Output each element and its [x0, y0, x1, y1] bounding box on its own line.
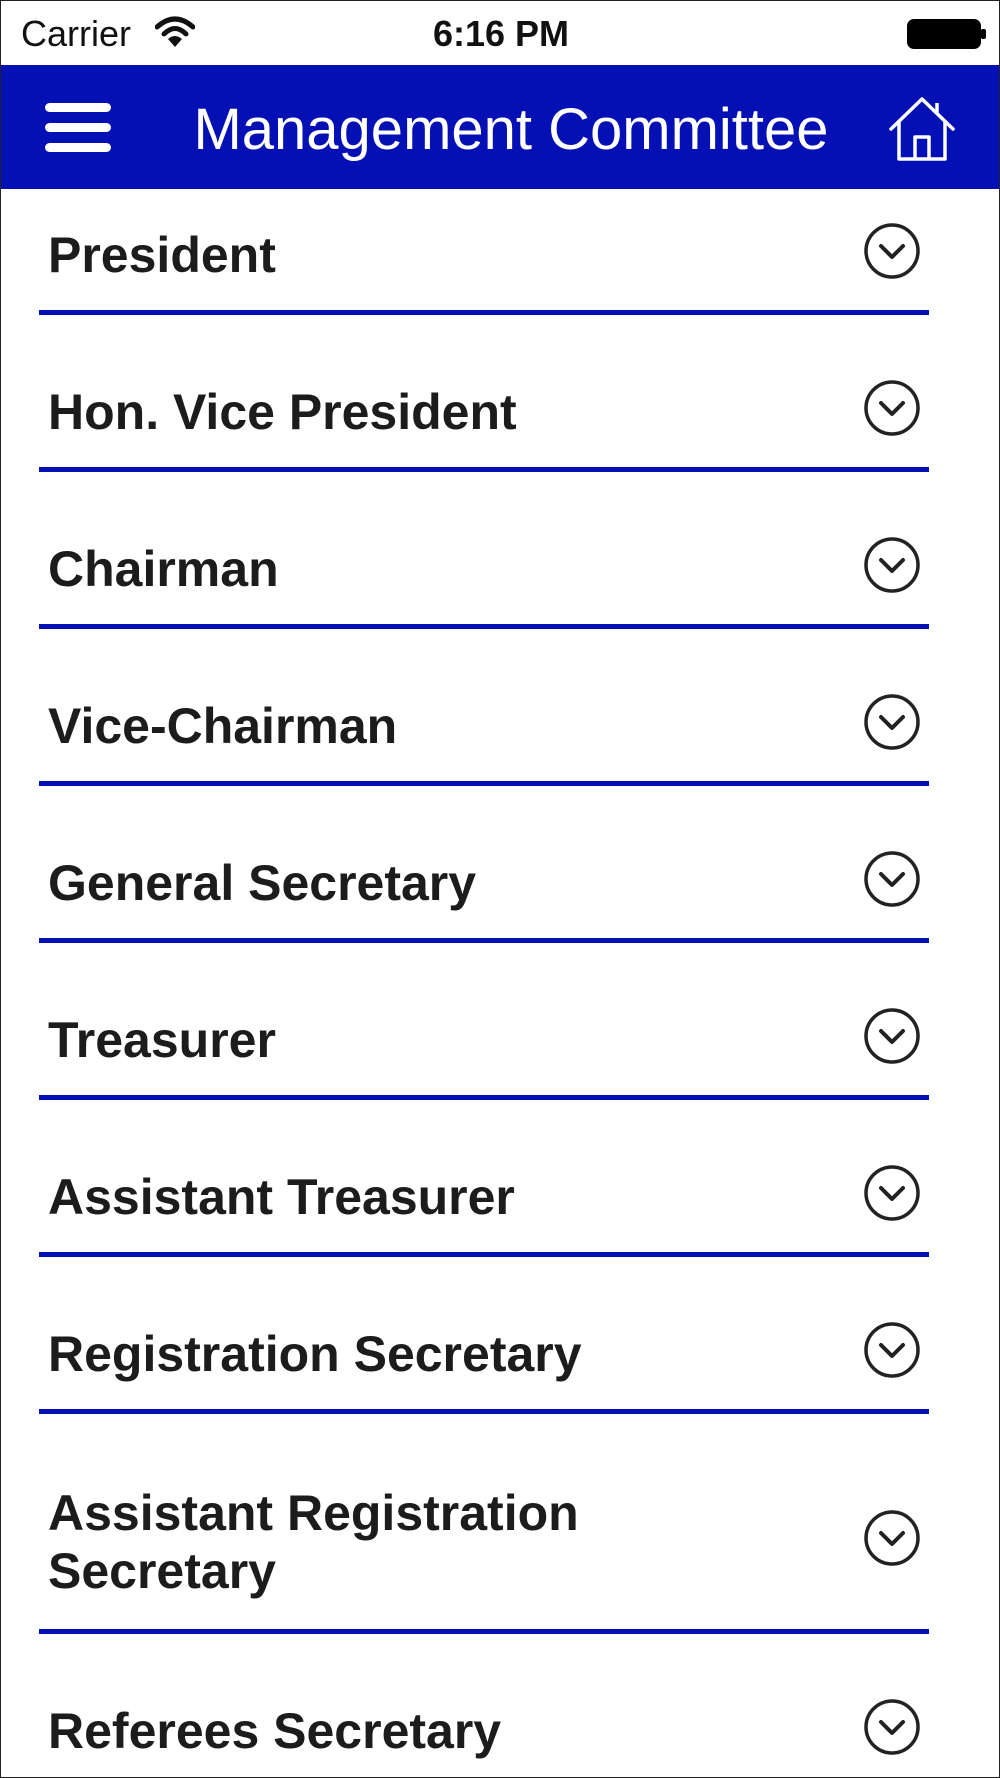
list-item-label: Referees Secretary: [48, 1702, 502, 1759]
battery-icon: [907, 19, 986, 49]
list-divider: [39, 467, 929, 472]
chevron-down-circle-icon[interactable]: [863, 536, 921, 594]
list-item-label: Vice-Chairman: [48, 697, 398, 754]
list-divider: [39, 781, 929, 786]
list-divider: [39, 1629, 929, 1634]
app-screen: Carrier 6:16 PM Management Committee Pre…: [0, 0, 1000, 1778]
list-divider: [39, 310, 929, 315]
list-item-label: Hon. Vice President: [48, 383, 517, 440]
list-item-label: President: [48, 226, 276, 283]
chevron-down-circle-icon[interactable]: [863, 222, 921, 280]
list-item[interactable]: President: [1, 189, 999, 346]
list-item-label: Chairman: [48, 540, 279, 597]
list-item-label: General Secretary: [48, 854, 477, 911]
list-divider: [39, 624, 929, 629]
list-item-label: Assistant Registration Secretary: [48, 1485, 579, 1599]
committee-list: President Hon. Vice President Chairman Vice…: [1, 189, 999, 1777]
nav-bar: Management Committee: [1, 65, 999, 189]
list-item[interactable]: Assistant Registration Secretary: [1, 1445, 999, 1665]
chevron-down-circle-icon[interactable]: [863, 379, 921, 437]
list-divider: [39, 1409, 929, 1414]
chevron-down-circle-icon[interactable]: [863, 1321, 921, 1379]
list-item[interactable]: Hon. Vice President: [1, 346, 999, 503]
list-divider: [39, 938, 929, 943]
chevron-down-circle-icon[interactable]: [863, 1509, 921, 1567]
list-item[interactable]: Registration Secretary: [1, 1288, 999, 1445]
page-title: Management Committee: [193, 97, 829, 162]
list-item[interactable]: Assistant Treasurer: [1, 1131, 999, 1288]
chevron-down-circle-icon[interactable]: [863, 1698, 921, 1756]
chevron-down-circle-icon[interactable]: [863, 850, 921, 908]
chevron-down-circle-icon[interactable]: [863, 693, 921, 751]
list-divider: [39, 1252, 929, 1257]
list-item[interactable]: Vice-Chairman: [1, 660, 999, 817]
list-item-label: Registration Secretary: [48, 1325, 582, 1382]
status-time: 6:16 PM: [432, 13, 570, 54]
list-item-label: Assistant Treasurer: [48, 1168, 515, 1225]
chevron-down-circle-icon[interactable]: [863, 1007, 921, 1065]
chevron-down-circle-icon[interactable]: [863, 1164, 921, 1222]
menu-button[interactable]: [41, 99, 113, 155]
home-icon[interactable]: [887, 95, 957, 165]
list-item[interactable]: Treasurer: [1, 974, 999, 1131]
list-item[interactable]: Referees Secretary: [1, 1665, 999, 1777]
list-item[interactable]: General Secretary: [1, 817, 999, 974]
list-divider: [39, 1095, 929, 1100]
list-item-label: Treasurer: [48, 1011, 276, 1068]
list-item[interactable]: Chairman: [1, 503, 999, 660]
status-bar: Carrier 6:16 PM: [1, 1, 999, 65]
